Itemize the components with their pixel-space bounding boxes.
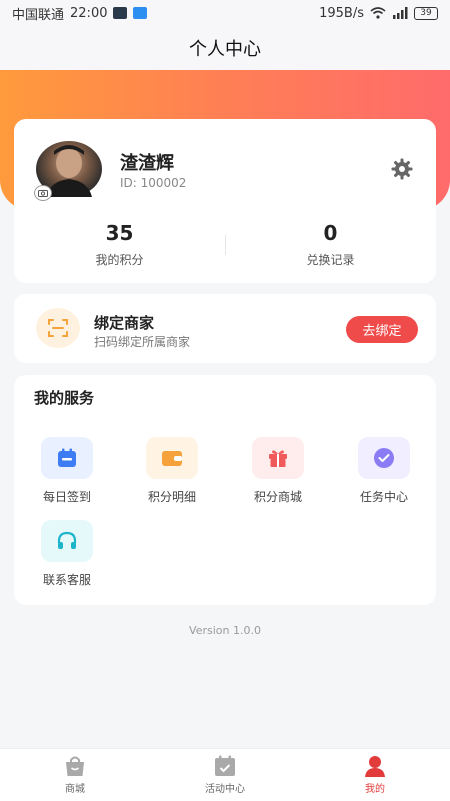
service-label: 每日签到 (42, 490, 91, 504)
page-header: 个人中心 (0, 26, 450, 70)
user-name: 渣渣辉 (120, 153, 174, 174)
nav-label: 商城 (65, 784, 85, 795)
service-customer-support[interactable]: 联系客服 (27, 520, 107, 588)
exchange-record-stat[interactable]: 0 兑换记录 (225, 217, 436, 273)
service-label: 任务中心 (359, 490, 408, 504)
carrier-label: 中国联通 (12, 7, 65, 23)
nav-item-mine[interactable]: 我的 (300, 749, 450, 801)
service-daily-checkin[interactable]: 每日签到 (27, 437, 107, 505)
status-right: 195B/s 39 (319, 6, 438, 21)
bind-merchant-card: 绑定商家 扫码绑定所属商家 去绑定 (14, 294, 436, 363)
user-id: ID: 100002 (120, 176, 187, 190)
cloud-notification-icon (133, 7, 148, 19)
profile-card: 渣渣辉 ID: 100002 35 我的积分 0 兑换记录 (14, 119, 436, 283)
bind-merchant-title: 绑定商家 (94, 314, 155, 332)
calendar-check-icon (215, 755, 235, 776)
services-card: 我的服务 每日签到 积分明细 积分商城 任务中心 联系客服 (14, 375, 436, 605)
version-label: Version 1.0.0 (189, 624, 261, 637)
battery-icon: 39 (414, 6, 438, 20)
wallet-icon (146, 437, 198, 479)
calendar-icon (41, 437, 93, 479)
service-label: 积分商城 (253, 490, 302, 504)
bind-merchant-button[interactable]: 去绑定 (346, 316, 418, 343)
points-stat[interactable]: 35 我的积分 (14, 217, 225, 273)
camera-icon[interactable] (34, 185, 52, 201)
service-points-mall[interactable]: 积分商城 (238, 437, 318, 505)
headset-icon (41, 520, 93, 562)
wifi-icon (370, 7, 386, 19)
bind-merchant-subtitle: 扫码绑定所属商家 (94, 335, 191, 349)
service-label: 积分明细 (147, 490, 196, 504)
service-points-detail[interactable]: 积分明细 (132, 437, 212, 505)
status-bar: 中国联通 22:00 195B/s 39 (0, 0, 450, 26)
check-circle-icon (358, 437, 410, 479)
exchange-record-value: 0 (323, 221, 338, 245)
scan-icon (36, 308, 80, 348)
gear-icon[interactable] (390, 157, 414, 181)
nav-item-mall[interactable]: 商城 (0, 749, 150, 801)
stats-row: 35 我的积分 0 兑换记录 (14, 217, 436, 273)
shopping-bag-icon (66, 756, 84, 776)
status-left: 中国联通 22:00 (12, 4, 148, 23)
exchange-record-label: 兑换记录 (306, 253, 355, 267)
points-value: 35 (105, 221, 134, 245)
points-label: 我的积分 (95, 253, 144, 267)
stats-divider (225, 235, 226, 255)
gift-icon (252, 437, 304, 479)
service-label: 联系客服 (42, 573, 91, 587)
app-notification-icon (113, 7, 128, 19)
nav-label: 活动中心 (205, 784, 245, 795)
nav-label: 我的 (365, 784, 385, 795)
signal-icon (393, 7, 408, 19)
person-icon (365, 756, 385, 777)
service-task-center[interactable]: 任务中心 (344, 437, 424, 505)
nav-item-activity-center[interactable]: 活动中心 (150, 749, 300, 801)
services-title: 我的服务 (34, 389, 95, 407)
bottom-nav: 商城 活动中心 我的 (0, 748, 450, 801)
clock: 22:00 (70, 5, 108, 21)
page-title: 个人中心 (189, 39, 261, 60)
network-speed: 195B/s (319, 5, 364, 21)
